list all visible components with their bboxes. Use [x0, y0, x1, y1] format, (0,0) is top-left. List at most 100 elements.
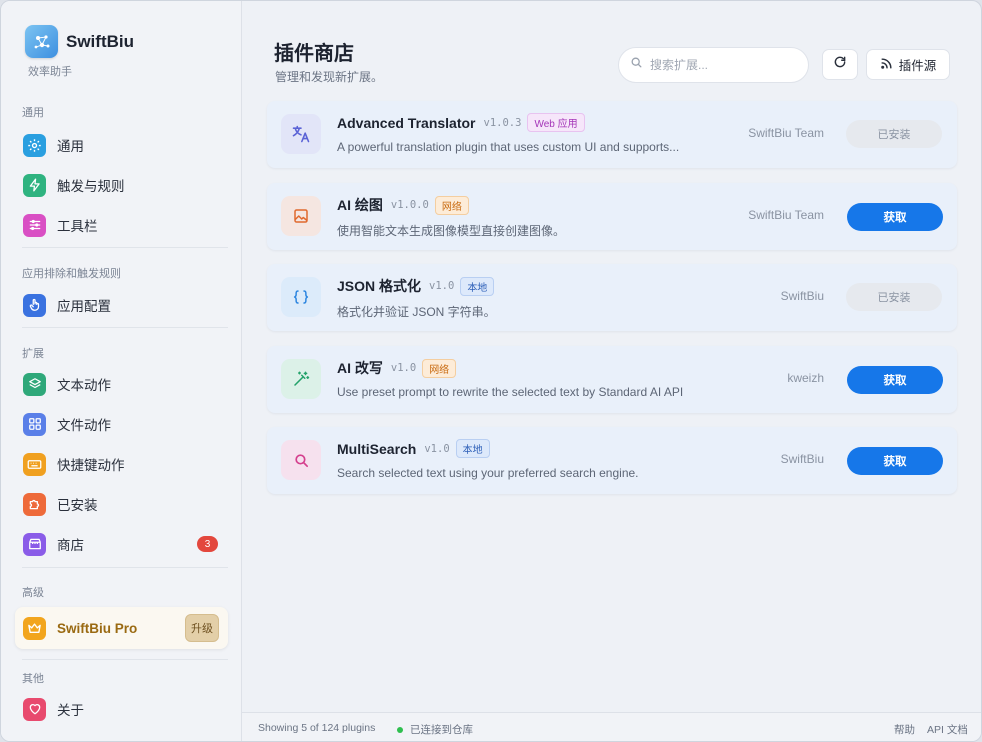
plugin-card: AI 绘图 v1.0.0 网络 使用智能文本生成图像模型直接创建图像。 Swif…: [267, 183, 957, 250]
plugin-description: A powerful translation plugin that uses …: [337, 140, 680, 154]
plugin-tag: 本地: [455, 439, 490, 458]
plugin-tag: 网络: [422, 358, 457, 378]
store-count-badge: 3: [197, 536, 218, 552]
api-docs-link[interactable]: API 文档: [927, 722, 968, 737]
sidebar-item-label: 商店: [57, 538, 84, 553]
sidebar-item-shortcut-actions[interactable]: 快捷键动作: [15, 446, 228, 482]
sidebar-item-label: 工具栏: [57, 219, 98, 234]
get-plugin-button[interactable]: 获取: [847, 203, 943, 231]
sidebar-item-pro[interactable]: SwiftBiu Pro 升级: [15, 607, 228, 649]
sidebar-item-triggers[interactable]: 触发与规则: [15, 167, 228, 203]
installed-button: 已安装: [846, 283, 942, 311]
sidebar-divider: [22, 247, 228, 248]
sidebar-item-installed[interactable]: 已安装: [15, 486, 228, 522]
sidebar-item-app-config[interactable]: 应用配置: [15, 287, 228, 323]
grid-icon: [23, 412, 46, 436]
sidebar-item-store[interactable]: 商店 3: [15, 526, 228, 562]
help-link[interactable]: 帮助: [894, 722, 915, 737]
plugin-author: SwiftBiu Team: [748, 126, 824, 140]
section-label-advanced: 高级: [22, 587, 44, 599]
plugin-source-button[interactable]: 插件源: [866, 49, 950, 80]
app-logo-icon: [25, 25, 58, 58]
plugin-source-label: 插件源: [898, 59, 937, 73]
sidebar-item-about[interactable]: 关于: [15, 691, 228, 727]
sidebar-item-label: 文本动作: [57, 378, 111, 393]
section-label-other: 其他: [22, 673, 44, 685]
plugin-version: v1.0: [424, 442, 450, 455]
section-label-general: 通用: [22, 107, 44, 119]
plugin-version: v1.0.3: [483, 116, 522, 129]
sidebar-item-label: 触发与规则: [57, 179, 125, 194]
plugin-tag: 网络: [434, 195, 469, 215]
gear-icon: [23, 133, 46, 157]
plugin-version: v1.0: [429, 280, 455, 292]
hand-pointer-icon: [23, 293, 46, 317]
plugin-description: 使用智能文本生成图像模型直接创建图像。: [337, 224, 566, 238]
sliders-icon: [23, 213, 46, 237]
sidebar-item-general[interactable]: 通用: [15, 127, 228, 163]
pro-label: SwiftBiu Pro: [57, 620, 138, 636]
sidebar-item-label: 关于: [57, 703, 84, 718]
rss-icon: [880, 57, 893, 73]
section-label-extensions: 扩展: [22, 348, 44, 360]
status-dot-icon: [397, 726, 403, 733]
plugin-name: JSON 格式化: [337, 278, 422, 294]
sidebar-item-toolbar[interactable]: 工具栏: [15, 207, 228, 243]
sidebar-divider: [22, 327, 228, 328]
plugin-version: v1.0: [390, 362, 417, 374]
store-icon: [23, 532, 46, 556]
connection-status: 已连接到仓库: [397, 722, 473, 737]
plugin-author: kweizh: [787, 371, 824, 385]
plugin-version: v1.0.0: [390, 199, 429, 211]
plugin-card: MultiSearch v1.0 本地 Search selected text…: [267, 427, 957, 494]
sidebar-item-file-actions[interactable]: 文件动作: [15, 406, 228, 442]
search-box[interactable]: [618, 47, 809, 83]
image-icon: [281, 196, 321, 236]
status-bar: Showing 5 of 124 plugins 已连接到仓库 帮助 API 文…: [242, 712, 981, 741]
plugin-description: Search selected text using your preferre…: [337, 466, 639, 480]
plugin-name: Advanced Translator: [337, 114, 476, 131]
refresh-icon: [833, 55, 847, 74]
get-plugin-button[interactable]: 获取: [847, 366, 943, 394]
plugin-description: 格式化并验证 JSON 字符串。: [337, 305, 496, 319]
translate-icon: [281, 114, 321, 154]
get-plugin-button[interactable]: 获取: [847, 447, 943, 475]
sidebar-item-text-actions[interactable]: 文本动作: [15, 366, 228, 402]
search-input[interactable]: [650, 58, 790, 72]
sidebar: SwiftBiu 效率助手 通用 通用 触发与规则 工具栏 应用排除和触发规则: [1, 1, 242, 741]
crown-icon: [23, 616, 46, 640]
upgrade-button[interactable]: 升级: [185, 614, 219, 642]
puzzle-icon: [23, 492, 46, 516]
connection-status-label: 已连接到仓库: [410, 724, 473, 736]
installed-button: 已安装: [846, 120, 942, 148]
refresh-button[interactable]: [822, 49, 858, 80]
plugin-author: SwiftBiu: [780, 289, 824, 303]
page-subtitle: 管理和发现新扩展。: [275, 70, 384, 84]
heart-icon: [23, 697, 46, 721]
section-label-app-rules: 应用排除和触发规则: [22, 268, 121, 280]
app-window: SwiftBiu 效率助手 通用 通用 触发与规则 工具栏 应用排除和触发规则: [0, 0, 982, 742]
plugin-card: JSON 格式化 v1.0 本地 格式化并验证 JSON 字符串。 SwiftB…: [267, 264, 957, 331]
plugin-description: Use preset prompt to rewrite the selecte…: [337, 385, 684, 399]
sidebar-divider: [22, 659, 228, 660]
sidebar-item-label: 快捷键动作: [57, 458, 125, 473]
brand: SwiftBiu: [25, 25, 134, 58]
plugin-count: Showing 5 of 124 plugins: [258, 722, 376, 734]
page-title: 插件商店: [274, 43, 354, 65]
plugin-name: MultiSearch: [337, 440, 417, 457]
sidebar-item-label: 文件动作: [57, 418, 111, 433]
main-content: 插件商店 管理和发现新扩展。 插件源 Advanced Tran: [242, 1, 981, 741]
magic-wand-icon: [281, 359, 321, 399]
braces-icon: [281, 277, 321, 317]
search-icon: [281, 440, 321, 480]
sidebar-item-label: 已安装: [57, 498, 98, 513]
plugin-author: SwiftBiu Team: [748, 208, 824, 222]
sidebar-divider: [22, 567, 228, 568]
plugin-card: AI 改写 v1.0 网络 Use preset prompt to rewri…: [267, 346, 957, 413]
keyboard-icon: [23, 452, 46, 476]
app-name: SwiftBiu: [66, 31, 134, 51]
plugin-author: SwiftBiu: [780, 452, 824, 466]
app-subtitle: 效率助手: [28, 66, 72, 78]
plugin-name: AI 改写: [337, 360, 383, 376]
plugin-tag: 本地: [460, 276, 495, 296]
